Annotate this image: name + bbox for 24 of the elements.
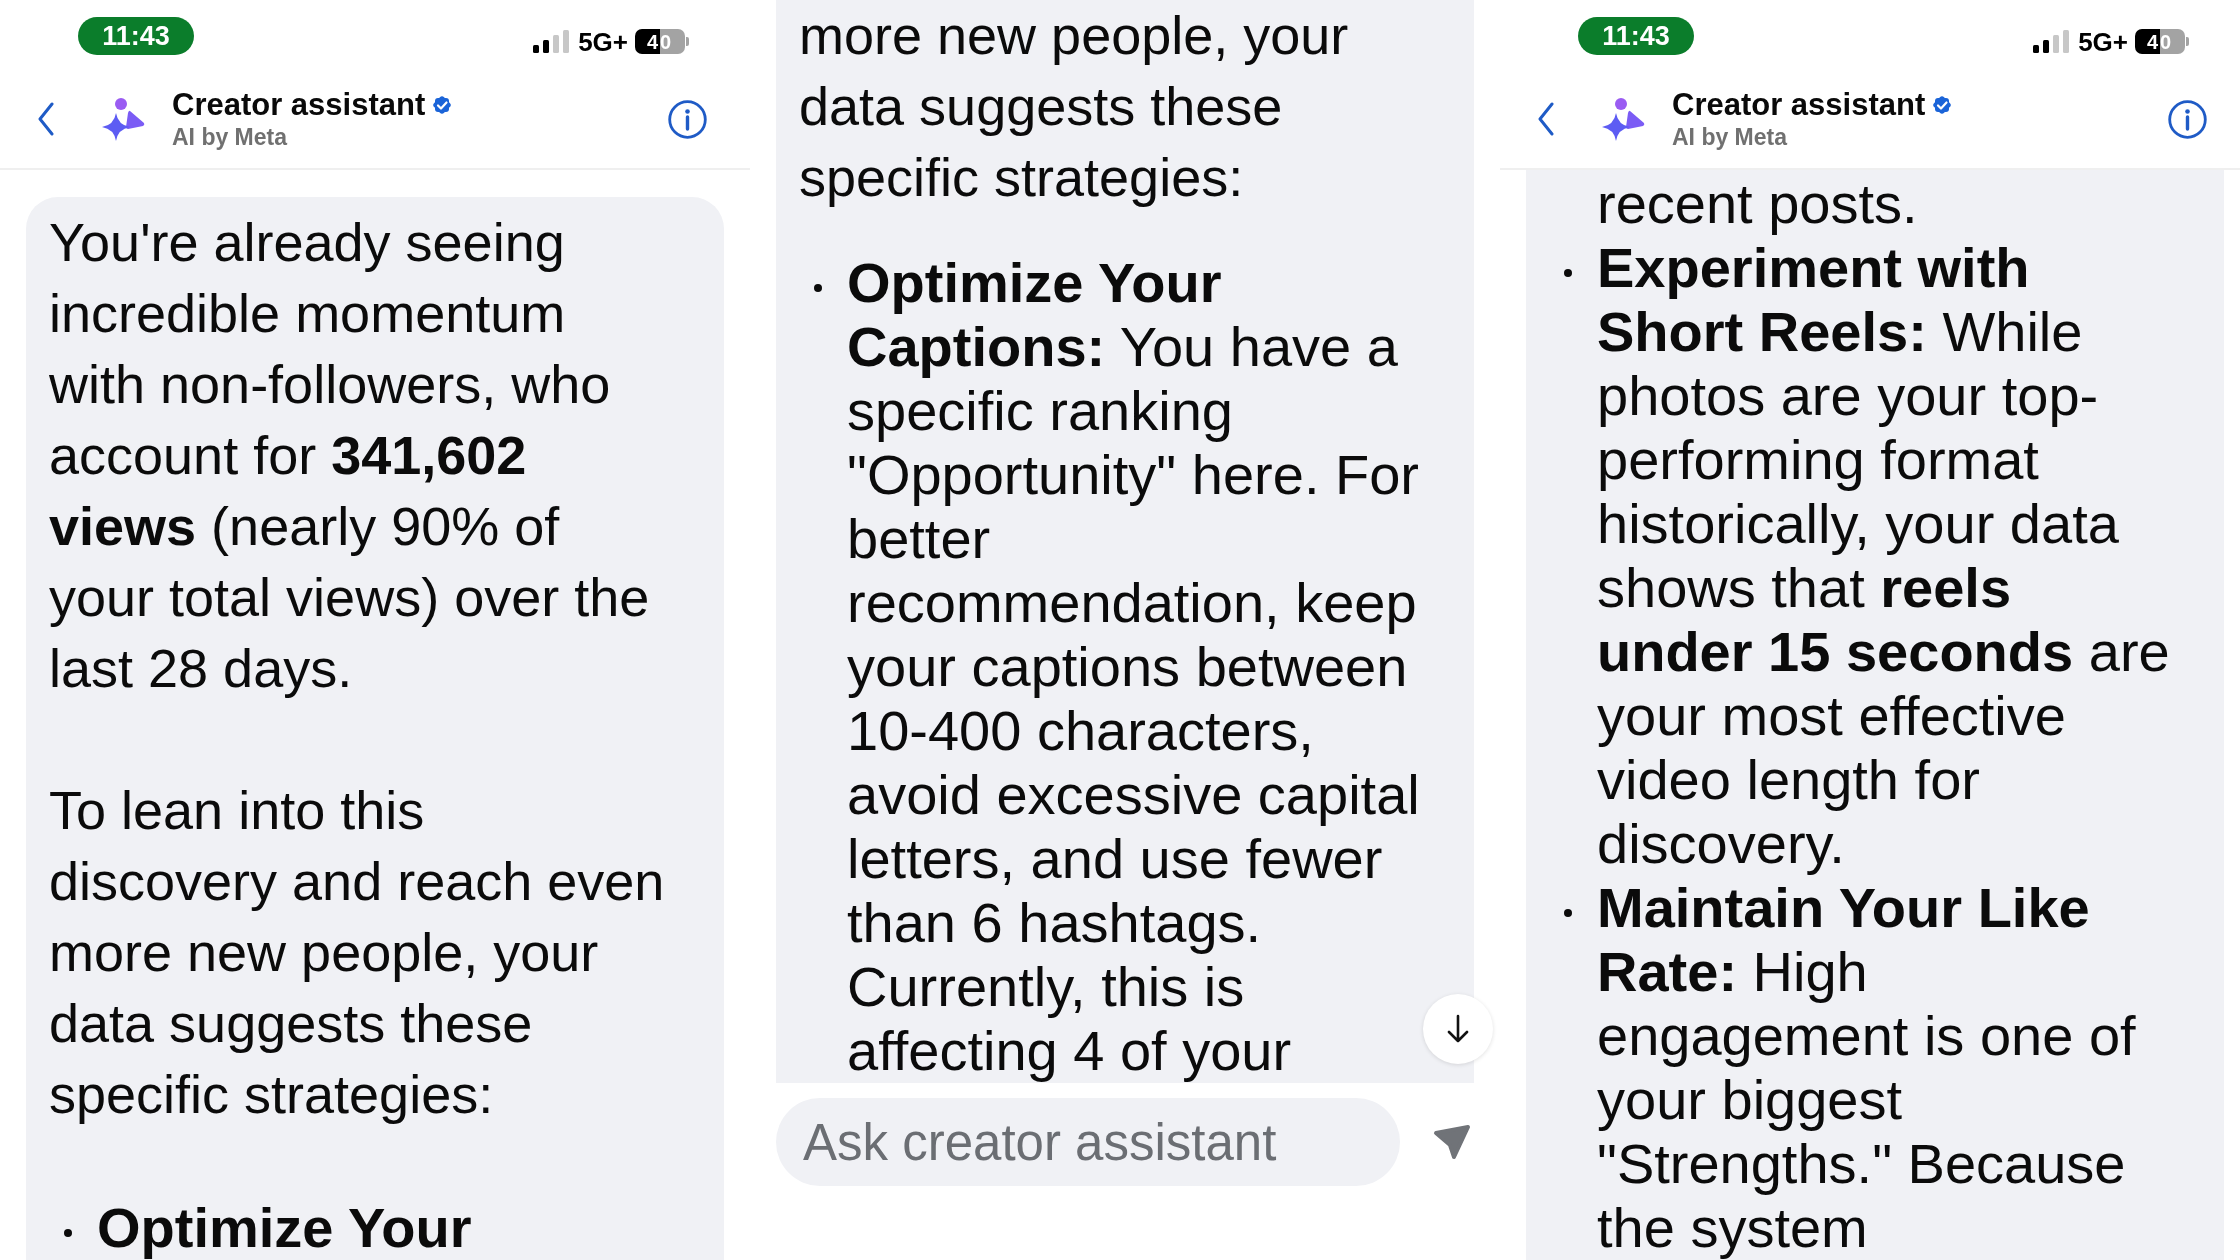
list-item-text: Experiment with Short Reels: While photos are your top- performing format historically, your data shows that reels under 15 seconds are your most effective video length for discovery. (1597, 236, 2170, 876)
chat-subtitle: AI by Meta (1672, 123, 1788, 151)
status-time: 11:43 (1578, 17, 1694, 55)
chat-subtitle: AI by Meta (172, 123, 288, 151)
network-label: 5G+ (578, 28, 628, 55)
signal-icon (2033, 30, 2070, 53)
list-item-text: recent posts. (1597, 172, 1918, 236)
chat-title: Creator assistant (1672, 87, 1926, 123)
message-paragraph: more new people, your data suggests these specific strategies: (799, 4, 1349, 209)
info-icon[interactable] (2168, 99, 2207, 139)
message-paragraph: To lean into this discovery and reach even more new people, your data suggests these specific strategies: (49, 779, 665, 1126)
network-label: 5G+ (2078, 28, 2128, 55)
list-item-text: Maintain Your Like Rate: High engagement is one of your biggest "Strengths." Because the system (1597, 876, 2136, 1260)
list-item-text: Optimize Your (97, 1196, 472, 1260)
chat-title: Creator assistant (172, 87, 426, 123)
list-item-text: Optimize Your Captions: You have a specific ranking "Opportunity" here. For better recommendation, keep your captions between 10-400 characters, avoid excessive capital letters, and use fewer than 6 hashtags. Currently, this is affecting 4 of your (847, 251, 1420, 1083)
message-paragraph: You're already seeing incredible momentum with non-followers, who account for 341,602 views (nearly 90% of your total views) over the last 28 days. (49, 211, 650, 700)
signal-icon (533, 30, 570, 53)
message-input[interactable]: Ask creator assistant (776, 1098, 1400, 1186)
status-time: 11:43 (78, 17, 194, 55)
info-icon[interactable] (668, 99, 707, 139)
arrow-down-icon (1445, 1014, 1471, 1044)
chevron-left-icon[interactable] (1537, 102, 1555, 136)
chevron-left-icon[interactable] (37, 102, 55, 136)
